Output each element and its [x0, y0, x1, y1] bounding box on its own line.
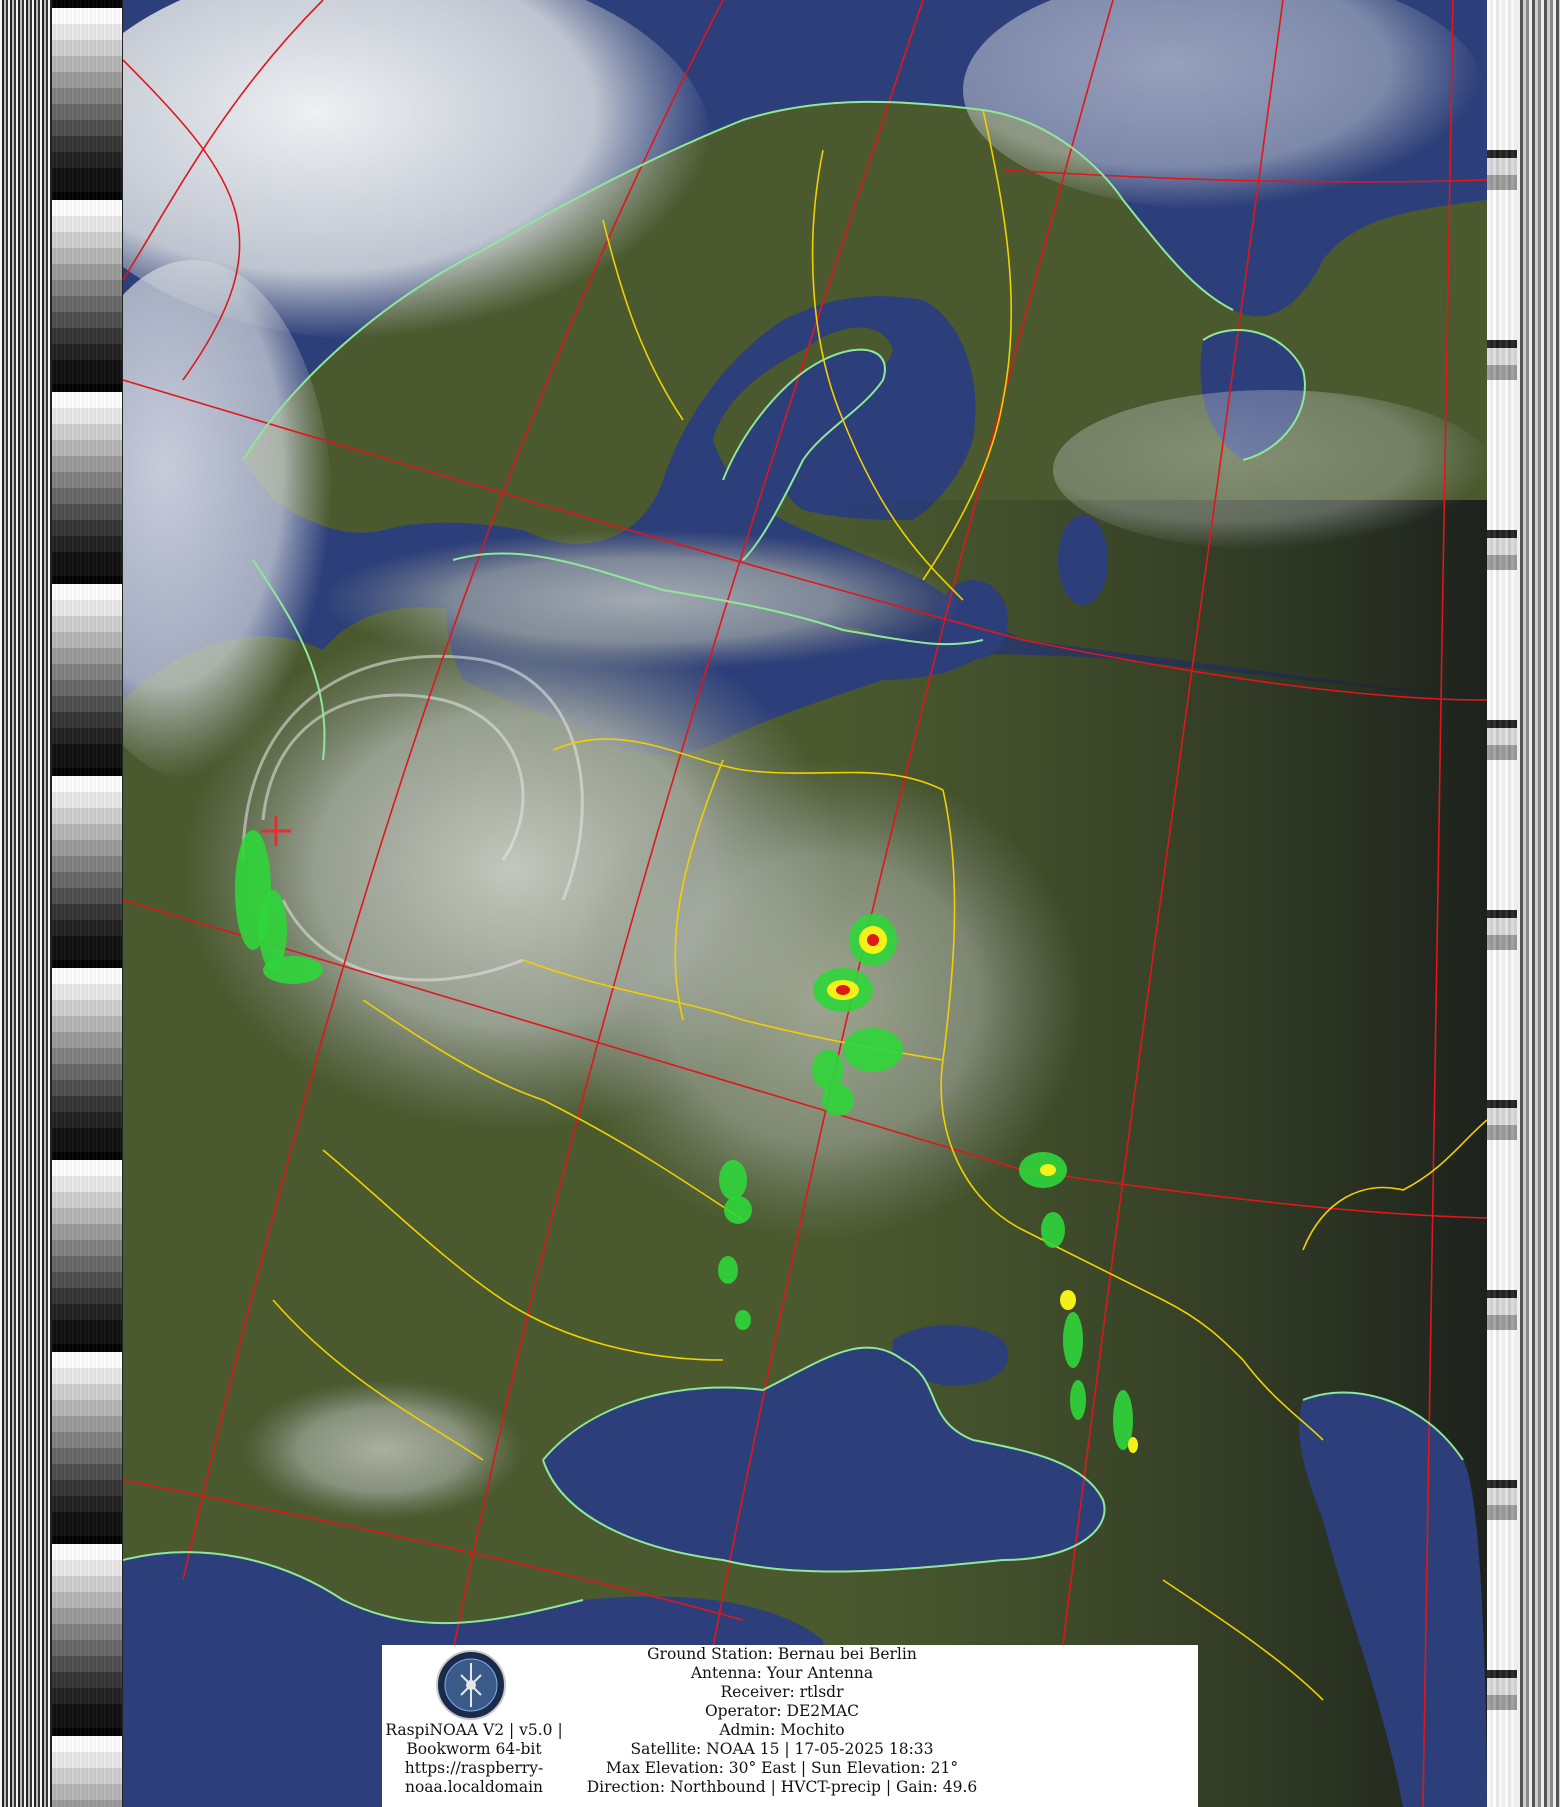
cloud-east: [1053, 390, 1487, 550]
precip-cell: [1060, 1290, 1076, 1310]
satellite-map-graphic: [123, 0, 1487, 1807]
pass-info-box: RaspiNOAA V2 | v5.0 | Bookworm 64-bit ht…: [382, 1645, 1198, 1807]
precip-cell: [1128, 1437, 1138, 1453]
precip-cell: [718, 1256, 738, 1284]
admin-line: Admin: Mochito: [719, 1721, 845, 1739]
software-line: noaa.localdomain: [404, 1778, 544, 1796]
lake-onega: [1058, 515, 1108, 605]
satellite-image-frame: RaspiNOAA V2 | v5.0 | Bookworm 64-bit ht…: [0, 0, 1560, 1807]
direction-line: Direction: Northbound | HVCT-precip | Ga…: [586, 1778, 978, 1796]
cloud-balkans: [243, 1380, 523, 1520]
precip-cell: [263, 956, 323, 984]
cloud-band-baltic: [323, 530, 963, 670]
software-caption: RaspiNOAA V2 | v5.0 | Bookworm 64-bit ht…: [382, 1721, 566, 1797]
software-line: https://raspberry-: [404, 1759, 544, 1777]
precip-cell: [719, 1160, 747, 1200]
precip-cell: [867, 934, 879, 946]
precip-cell: [843, 1028, 903, 1072]
precip-cell: [822, 1084, 854, 1116]
precip-cell: [1063, 1312, 1083, 1368]
raspinoaa-logo: [436, 1650, 506, 1720]
precip-cell: [1040, 1164, 1056, 1176]
calibration-wedge-left: [52, 0, 122, 1807]
satellite-line: Satellite: NOAA 15 | 17-05-2025 18:33: [630, 1740, 934, 1758]
receiver-line: Receiver: rtlsdr: [720, 1683, 844, 1701]
satellite-map: [123, 0, 1487, 1807]
software-line: Bookworm 64-bit: [406, 1740, 542, 1758]
elevation-line: Max Elevation: 30° East | Sun Elevation:…: [605, 1759, 959, 1777]
precip-cell: [724, 1196, 752, 1224]
calibration-wedge-right: [1487, 0, 1517, 1807]
operator-line: Operator: DE2MAC: [704, 1702, 860, 1720]
precip-cell: [812, 1050, 844, 1090]
precip-cell: [1041, 1212, 1065, 1248]
precip-cell: [836, 985, 850, 995]
precip-cell: [1070, 1380, 1086, 1420]
antenna-line: Antenna: Your Antenna: [690, 1664, 874, 1682]
ground-station-line: Ground Station: Bernau bei Berlin: [647, 1645, 917, 1663]
precip-cell: [735, 1310, 751, 1330]
software-line: RaspiNOAA V2 | v5.0 |: [385, 1721, 563, 1739]
